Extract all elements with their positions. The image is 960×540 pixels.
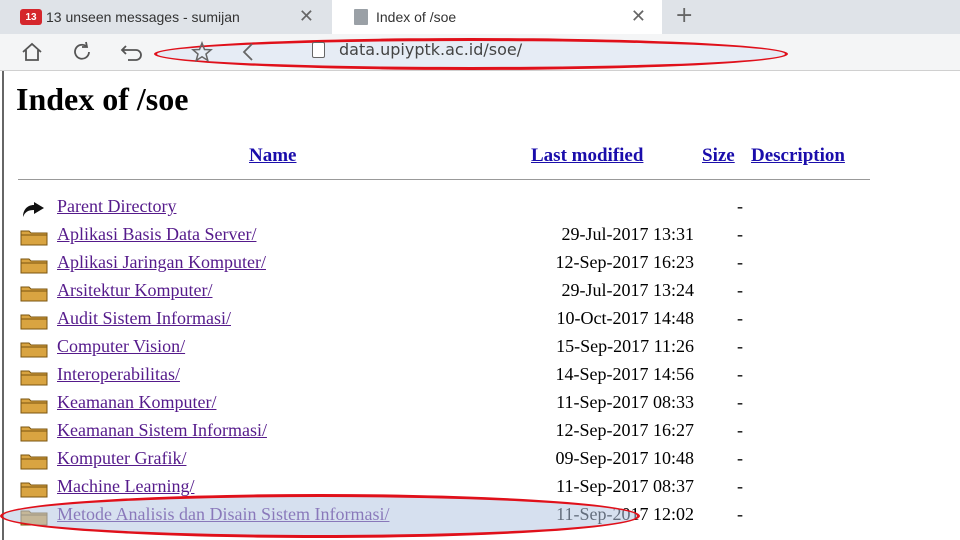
reload-icon[interactable] xyxy=(68,38,96,66)
close-tab-icon[interactable]: ✕ xyxy=(299,6,314,27)
file-size: - xyxy=(737,420,743,440)
highlight-circle xyxy=(0,494,640,538)
file-size: - xyxy=(737,252,743,272)
tab-index-soe[interactable]: Index of /soe ✕ xyxy=(332,0,662,34)
file-size: - xyxy=(737,308,743,328)
new-tab-button[interactable]: + xyxy=(675,3,693,28)
modified-date: 29-Jul-2017 13:31 xyxy=(561,224,695,244)
file-link[interactable]: Arsitektur Komputer/ xyxy=(57,280,212,301)
file-link[interactable]: Aplikasi Jaringan Komputer/ xyxy=(57,252,266,273)
table-row: Keamanan Sistem Informasi/12-Sep-2017 16… xyxy=(0,419,960,445)
table-row: Komputer Grafik/09-Sep-2017 10:48 - xyxy=(0,447,960,473)
file-link[interactable]: Audit Sistem Informasi/ xyxy=(57,308,231,329)
page-title: Index of /soe xyxy=(16,81,189,117)
file-size: - xyxy=(737,504,743,524)
table-row: Keamanan Komputer/11-Sep-2017 08:33 - xyxy=(0,391,960,417)
folder-icon xyxy=(20,396,48,414)
file-size: - xyxy=(737,364,743,384)
file-link[interactable]: Parent Directory xyxy=(57,196,176,217)
table-row: Parent Directory - xyxy=(0,195,960,221)
page-icon xyxy=(354,9,368,25)
file-size: - xyxy=(737,392,743,412)
url-text[interactable]: data.upiyptk.ac.id/soe/ xyxy=(339,40,522,59)
column-header-name[interactable]: Name xyxy=(249,145,296,167)
back-icon xyxy=(20,200,48,218)
table-row: Computer Vision/15-Sep-2017 11:26 - xyxy=(0,335,960,361)
modified-date: 10-Oct-2017 14:48 xyxy=(556,308,694,328)
table-row: Arsitektur Komputer/29-Jul-2017 13:24 - xyxy=(0,279,960,305)
file-link[interactable]: Machine Learning/ xyxy=(57,476,194,497)
star-icon[interactable] xyxy=(188,38,216,66)
folder-icon xyxy=(20,312,48,330)
folder-icon xyxy=(20,424,48,442)
folder-icon xyxy=(20,452,48,470)
folder-icon xyxy=(20,228,48,246)
lock-icon xyxy=(312,42,325,58)
tab-bar: 13 13 unseen messages - sumijan ✕ Index … xyxy=(0,0,960,34)
tab-mail[interactable]: 13 13 unseen messages - sumijan ✕ xyxy=(0,0,330,34)
tab-title: 13 unseen messages - sumijan xyxy=(46,9,240,25)
unread-badge: 13 xyxy=(20,9,42,25)
column-header-last-modified[interactable]: Last modified xyxy=(531,145,643,167)
table-row: Audit Sistem Informasi/10-Oct-2017 14:48… xyxy=(0,307,960,333)
file-size: - xyxy=(737,196,743,216)
file-link[interactable]: Computer Vision/ xyxy=(57,336,185,357)
column-header-size[interactable]: Size xyxy=(702,145,735,167)
modified-date: 14-Sep-2017 14:56 xyxy=(555,364,695,384)
modified-date: 29-Jul-2017 13:24 xyxy=(561,280,695,300)
folder-icon xyxy=(20,340,48,358)
tab-title: Index of /soe xyxy=(376,9,457,25)
back-icon[interactable] xyxy=(234,38,262,66)
header-divider xyxy=(18,179,870,180)
modified-date: 09-Sep-2017 10:48 xyxy=(555,448,695,468)
file-link[interactable]: Interoperabilitas/ xyxy=(57,364,180,385)
file-link[interactable]: Keamanan Komputer/ xyxy=(57,392,216,413)
folder-icon xyxy=(20,256,48,274)
modified-date: 11-Sep-2017 08:33 xyxy=(556,392,694,412)
table-row: Aplikasi Jaringan Komputer/12-Sep-2017 1… xyxy=(0,251,960,277)
modified-date: 11-Sep-2017 08:37 xyxy=(556,476,694,496)
file-size: - xyxy=(737,448,743,468)
file-link[interactable]: Keamanan Sistem Informasi/ xyxy=(57,420,267,441)
folder-icon xyxy=(20,284,48,302)
table-row: Interoperabilitas/14-Sep-2017 14:56 - xyxy=(0,363,960,389)
undo-icon[interactable] xyxy=(118,38,146,66)
home-icon[interactable] xyxy=(18,38,46,66)
modified-date: 12-Sep-2017 16:23 xyxy=(555,252,695,272)
modified-date: 12-Sep-2017 16:27 xyxy=(555,420,695,440)
modified-date: 15-Sep-2017 11:26 xyxy=(556,336,694,356)
file-link[interactable]: Komputer Grafik/ xyxy=(57,448,186,469)
file-size: - xyxy=(737,280,743,300)
file-size: - xyxy=(737,336,743,356)
folder-icon xyxy=(20,480,48,498)
file-size: - xyxy=(737,224,743,244)
page-content: Index of /soe Name Last modified Size De… xyxy=(0,71,960,540)
table-row: Aplikasi Basis Data Server/29-Jul-2017 1… xyxy=(0,223,960,249)
file-link[interactable]: Aplikasi Basis Data Server/ xyxy=(57,224,256,245)
folder-icon xyxy=(20,368,48,386)
file-size: - xyxy=(737,476,743,496)
column-header-description[interactable]: Description xyxy=(751,145,845,167)
close-tab-icon[interactable]: ✕ xyxy=(631,6,646,27)
